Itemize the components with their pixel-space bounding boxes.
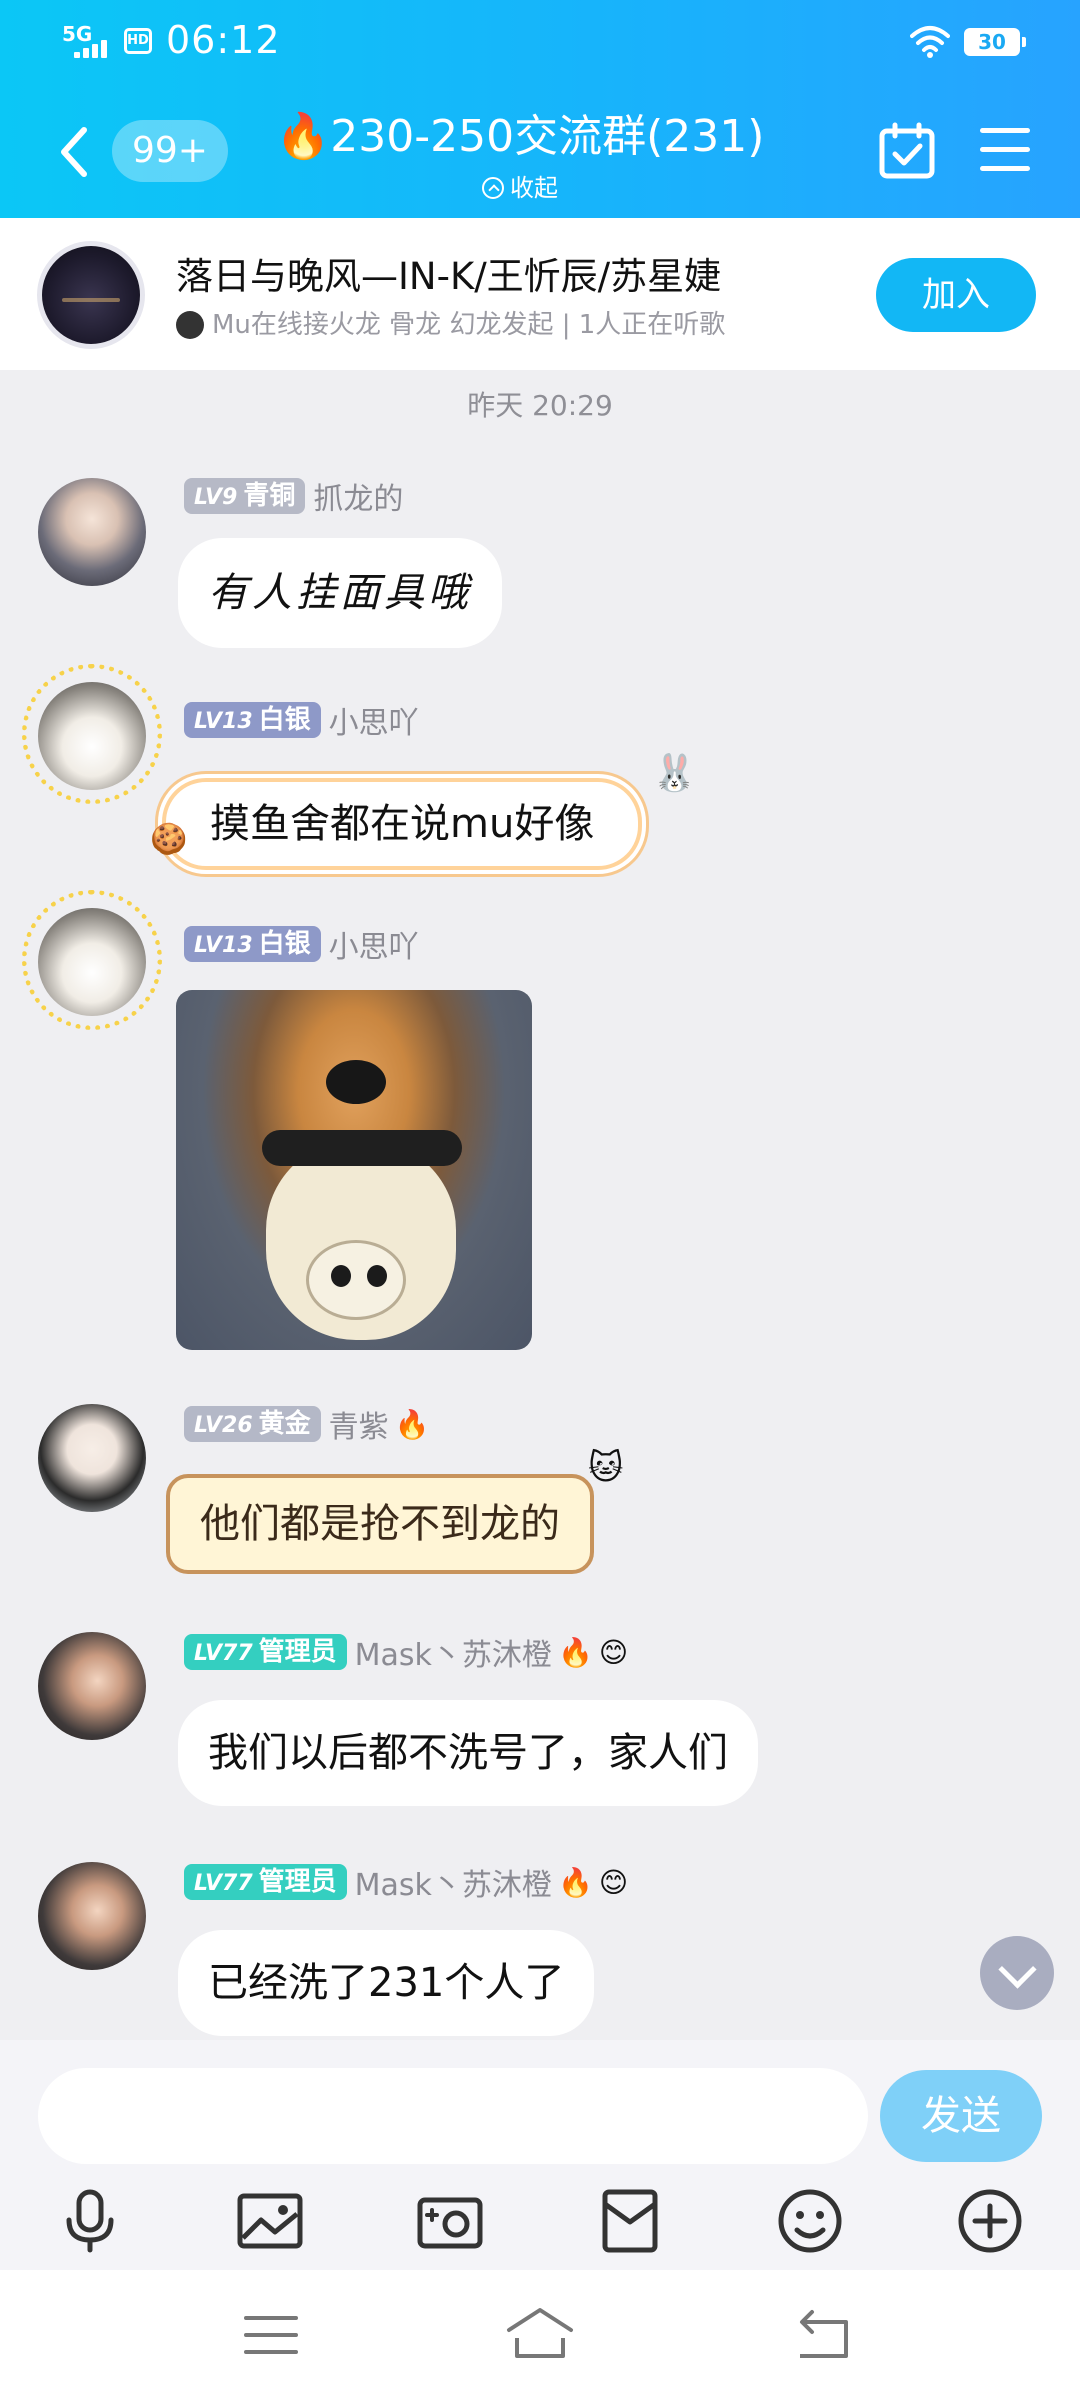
- level-badge: LV26 黄金: [184, 1406, 321, 1442]
- avatar[interactable]: [38, 682, 146, 790]
- sender-nickname: Mask丶苏沐橙: [354, 1868, 552, 1903]
- sender-nickname: 青紫: [328, 1410, 389, 1445]
- battery-icon: 30: [964, 28, 1026, 56]
- level-badge: LV13 白银: [184, 926, 321, 962]
- message-input[interactable]: [38, 2068, 868, 2164]
- red-packet-icon[interactable]: [595, 2186, 665, 2256]
- emoji-icon[interactable]: [775, 2186, 845, 2256]
- collapse-icon: [482, 177, 504, 199]
- microphone-icon[interactable]: [55, 2186, 125, 2256]
- avatar[interactable]: [38, 478, 146, 586]
- song-title: 落日与晚风—IN-K/王忻辰/苏星婕: [176, 255, 722, 298]
- send-button[interactable]: 发送: [880, 2070, 1042, 2162]
- recents-menu-icon[interactable]: [236, 2300, 306, 2370]
- smile-badge-icon: 😊: [598, 1865, 629, 1899]
- song-subtitle: Mu在线接火龙 骨龙 幻龙发起 | 1人正在听歌: [176, 304, 725, 341]
- join-button[interactable]: 加入: [876, 258, 1036, 332]
- message-timestamp: 昨天 20:29: [467, 389, 613, 422]
- level-badge: LV13 白银: [184, 702, 321, 738]
- sender-meta: LV13 白银 小思吖: [184, 926, 419, 965]
- smile-badge-icon: 😊: [598, 1635, 629, 1669]
- menu-icon[interactable]: [980, 128, 1030, 172]
- fire-badge-icon: 🔥: [557, 1635, 593, 1669]
- collapse-toggle[interactable]: 收起: [270, 168, 770, 203]
- sender-meta: LV77 管理员 Mask丶苏沐橙 🔥 😊: [184, 1864, 629, 1903]
- sender-nickname: 小思吖: [328, 706, 419, 741]
- hd-icon: HD: [124, 28, 152, 54]
- fire-badge-icon: 🔥: [557, 1865, 593, 1899]
- sticker-image[interactable]: [176, 990, 532, 1350]
- unread-count-badge[interactable]: 99+: [112, 120, 228, 182]
- sender-nickname: 抓龙的: [313, 482, 404, 517]
- home-icon[interactable]: [505, 2300, 575, 2370]
- calendar-check-icon[interactable]: [878, 122, 936, 180]
- sender-meta: LV9 青铜 抓龙的: [184, 478, 403, 517]
- avatar[interactable]: [38, 908, 146, 1016]
- status-bar: 5G HD 06:12 30: [0, 0, 1080, 80]
- avatar[interactable]: [38, 1404, 146, 1512]
- cat-decoration-icon: 🐱: [588, 1448, 624, 1488]
- album-cover[interactable]: [42, 246, 140, 344]
- camera-icon[interactable]: [415, 2186, 485, 2256]
- sender-meta: LV13 白银 小思吖: [184, 702, 419, 741]
- bunny-decoration-icon: 🐰: [652, 753, 697, 794]
- collapse-label: 收起: [510, 174, 558, 202]
- level-badge: LV77 管理员: [184, 1634, 347, 1670]
- plus-icon[interactable]: [955, 2186, 1025, 2256]
- song-subtitle-text: Mu在线接火龙 骨龙 幻龙发起 | 1人正在听歌: [212, 310, 726, 340]
- message-bubble[interactable]: 摸鱼舍都在说mu好像: [162, 778, 643, 870]
- message-bubble[interactable]: 已经洗了231个人了: [178, 1930, 595, 2036]
- scroll-to-bottom-button[interactable]: [980, 1936, 1054, 2010]
- sender-meta: LV26 黄金 青紫 🔥: [184, 1406, 430, 1445]
- avatar[interactable]: [38, 1862, 146, 1970]
- fire-badge-icon: 🔥: [394, 1407, 430, 1441]
- avatar[interactable]: [38, 1632, 146, 1740]
- back-arrow-icon[interactable]: [52, 122, 96, 182]
- signal-icon: [74, 40, 110, 58]
- host-avatar: [176, 311, 204, 339]
- sender-nickname: 小思吖: [328, 930, 419, 965]
- sender-nickname: Mask丶苏沐橙: [354, 1638, 552, 1673]
- level-badge: LV9 青铜: [184, 478, 306, 514]
- message-bubble[interactable]: 我们以后都不洗号了，家人们: [178, 1700, 758, 1806]
- back-icon[interactable]: [786, 2300, 856, 2370]
- status-time: 06:12: [166, 18, 281, 62]
- chat-title-area[interactable]: 🔥230-250交流群(231) 收起: [270, 100, 770, 203]
- wifi-icon: [910, 26, 950, 58]
- image-icon[interactable]: [235, 2186, 305, 2256]
- cookie-decoration-icon: 🍪: [150, 822, 188, 857]
- chat-title: 🔥230-250交流群(231): [275, 111, 765, 162]
- message-bubble[interactable]: 他们都是抢不到龙的: [166, 1474, 594, 1574]
- sender-meta: LV77 管理员 Mask丶苏沐橙 🔥 😊: [184, 1634, 629, 1673]
- message-bubble[interactable]: 有人挂面具哦: [178, 538, 502, 648]
- level-badge: LV77 管理员: [184, 1864, 347, 1900]
